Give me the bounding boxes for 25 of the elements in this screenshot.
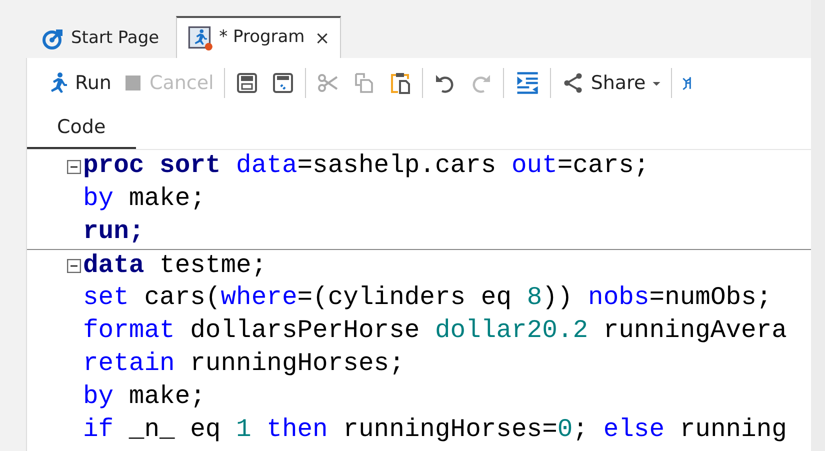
program-file-icon bbox=[187, 25, 214, 51]
code-line: run; bbox=[83, 216, 144, 248]
collapse-icon[interactable] bbox=[67, 259, 81, 273]
code-line: by make; bbox=[83, 381, 206, 414]
code-line: if _n_ eq 1 then runningHorses=0; else running bbox=[83, 414, 787, 446]
target-arrow-icon bbox=[41, 26, 65, 50]
stop-icon bbox=[123, 73, 144, 93]
code-line: retain runningHorses; bbox=[83, 348, 404, 380]
code-line: format dollarsPerHorse dollar20.2 runningAvera bbox=[83, 315, 787, 348]
tab[interactable]: Code bbox=[27, 108, 136, 149]
close-button[interactable]: × bbox=[314, 24, 330, 52]
toolbar-button[interactable]: Share bbox=[560, 68, 661, 98]
toolbar-icon-button[interactable] bbox=[234, 71, 259, 95]
save-as-icon bbox=[270, 71, 295, 95]
code-line: proc sort data=sashelp.cars out=cars; bbox=[83, 150, 650, 182]
toolbar-button[interactable]: Run bbox=[45, 68, 112, 98]
collapse-icon[interactable] bbox=[67, 160, 81, 174]
scissors-icon bbox=[316, 71, 340, 95]
save-icon bbox=[234, 71, 259, 95]
code-line: data testme; bbox=[83, 250, 267, 282]
code-line: by make; bbox=[83, 183, 206, 216]
tab[interactable]: Start Page bbox=[30, 18, 170, 58]
code-line: set cars(where=(cylinders eq 8)) nobs=numObs; bbox=[83, 282, 772, 314]
toolbar-icon-button[interactable] bbox=[270, 71, 295, 95]
tab[interactable]: * Program × bbox=[176, 16, 341, 58]
